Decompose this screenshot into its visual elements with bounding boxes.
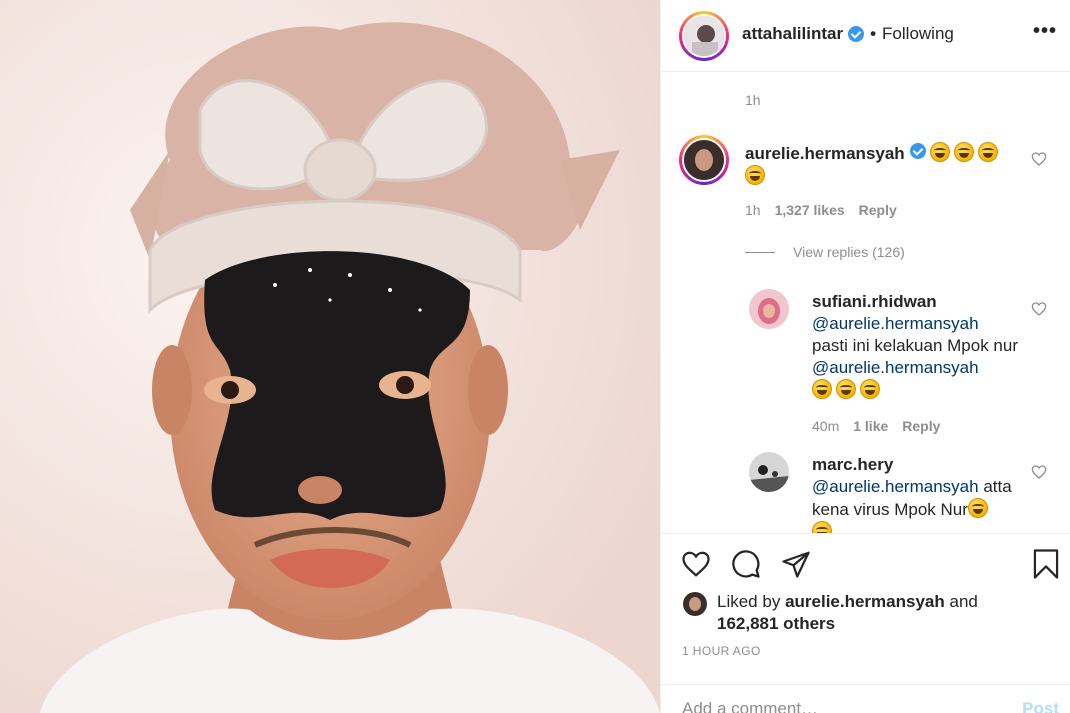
add-comment-bar: Add a comment… Post bbox=[661, 684, 1070, 713]
laughing-emoji-icon bbox=[930, 142, 951, 162]
reply-button[interactable]: Reply bbox=[902, 418, 940, 434]
reply-time: 40m bbox=[812, 418, 840, 434]
post-comment-button[interactable]: Post bbox=[1022, 699, 1059, 713]
reply-item: sufiani.rhidwan @aurelie.hermansyah past… bbox=[749, 289, 1059, 439]
liked-by-prefix: Liked by bbox=[717, 592, 781, 611]
laughing-emoji-icon bbox=[954, 142, 975, 162]
author-avatar[interactable] bbox=[679, 11, 729, 61]
post-actions: Liked by aurelie.hermansyah and 162,881 … bbox=[661, 533, 1070, 713]
liker-avatar-image bbox=[683, 592, 707, 616]
following-button[interactable]: Following bbox=[882, 24, 954, 44]
reply-likes[interactable]: 1 like bbox=[853, 418, 888, 434]
reply-text: pasti ini kelakuan Mpok nur bbox=[812, 336, 1019, 355]
author-avatar-image bbox=[684, 16, 724, 56]
liked-by-user[interactable]: aurelie.hermansyah bbox=[785, 592, 945, 611]
post-timestamp[interactable]: 1 HOUR AGO bbox=[682, 644, 761, 658]
caption-timestamp: 1h bbox=[745, 92, 761, 108]
add-comment-input[interactable]: Add a comment… bbox=[682, 699, 818, 713]
liked-by-and: and bbox=[949, 592, 978, 611]
comment-time: 1h bbox=[745, 202, 761, 218]
reply-username[interactable]: marc.hery bbox=[812, 455, 893, 474]
reply-button[interactable]: Reply bbox=[859, 202, 897, 218]
comment-bubble-icon[interactable] bbox=[731, 549, 761, 579]
like-heart-icon[interactable] bbox=[681, 549, 711, 579]
view-replies-label: View replies (126) bbox=[793, 244, 905, 260]
reply-avatar[interactable] bbox=[749, 452, 789, 492]
reply-avatar-image bbox=[749, 452, 789, 492]
reply-username[interactable]: sufiani.rhidwan bbox=[812, 292, 937, 311]
view-replies-line bbox=[745, 251, 775, 253]
header-separator: • bbox=[870, 24, 877, 43]
laughing-emoji-icon bbox=[978, 142, 999, 162]
mention-link[interactable]: @aurelie.hermansyah bbox=[812, 314, 979, 333]
reply-avatar[interactable] bbox=[749, 289, 789, 329]
reply-item: marc.hery @aurelie.hermansyah atta kena … bbox=[749, 452, 1059, 533]
mention-link[interactable]: @aurelie.hermansyah bbox=[812, 358, 979, 377]
laughing-emoji-icon bbox=[967, 498, 988, 518]
share-paper-plane-icon[interactable] bbox=[781, 549, 811, 579]
liker-avatar[interactable] bbox=[683, 592, 707, 616]
liked-by-others[interactable]: 162,881 others bbox=[717, 614, 835, 633]
reply-text: kena virus Mpok Nur bbox=[812, 500, 968, 519]
more-options-icon[interactable]: ••• bbox=[1033, 20, 1057, 43]
laughing-emoji-icon bbox=[836, 379, 856, 399]
comment-like-heart-icon[interactable] bbox=[1031, 151, 1047, 167]
commenter-username[interactable]: aurelie.hermansyah bbox=[745, 144, 905, 163]
post-photo[interactable] bbox=[0, 0, 660, 713]
verified-badge-icon bbox=[848, 26, 865, 42]
view-replies-button[interactable]: View replies (126) bbox=[745, 244, 905, 260]
laughing-emoji-icon bbox=[860, 379, 880, 399]
laughing-emoji-icon bbox=[812, 379, 832, 399]
reply-text: atta bbox=[983, 477, 1012, 496]
mention-link[interactable]: @aurelie.hermansyah bbox=[812, 477, 979, 496]
laughing-emoji-icon bbox=[812, 521, 832, 533]
save-bookmark-icon[interactable] bbox=[1031, 548, 1061, 580]
author-username[interactable]: attahalilintar bbox=[742, 24, 843, 44]
post-header: attahalilintar • Following ••• bbox=[661, 0, 1070, 72]
post-side-panel: attahalilintar • Following ••• 1h aureli… bbox=[660, 0, 1070, 713]
commenter-avatar[interactable] bbox=[679, 135, 729, 185]
verified-badge-icon bbox=[909, 143, 926, 159]
comments-list[interactable]: 1h aurelie.hermansyah 1h 1,327 likes Rep… bbox=[661, 73, 1070, 533]
post-photo-illustration bbox=[0, 0, 660, 713]
reply-like-heart-icon[interactable] bbox=[1031, 301, 1047, 317]
laughing-emoji-icon bbox=[745, 165, 765, 185]
comment-likes[interactable]: 1,327 likes bbox=[775, 202, 845, 218]
commenter-avatar-image bbox=[684, 140, 724, 180]
reply-like-heart-icon[interactable] bbox=[1031, 464, 1047, 480]
reply-avatar-image bbox=[749, 289, 789, 329]
